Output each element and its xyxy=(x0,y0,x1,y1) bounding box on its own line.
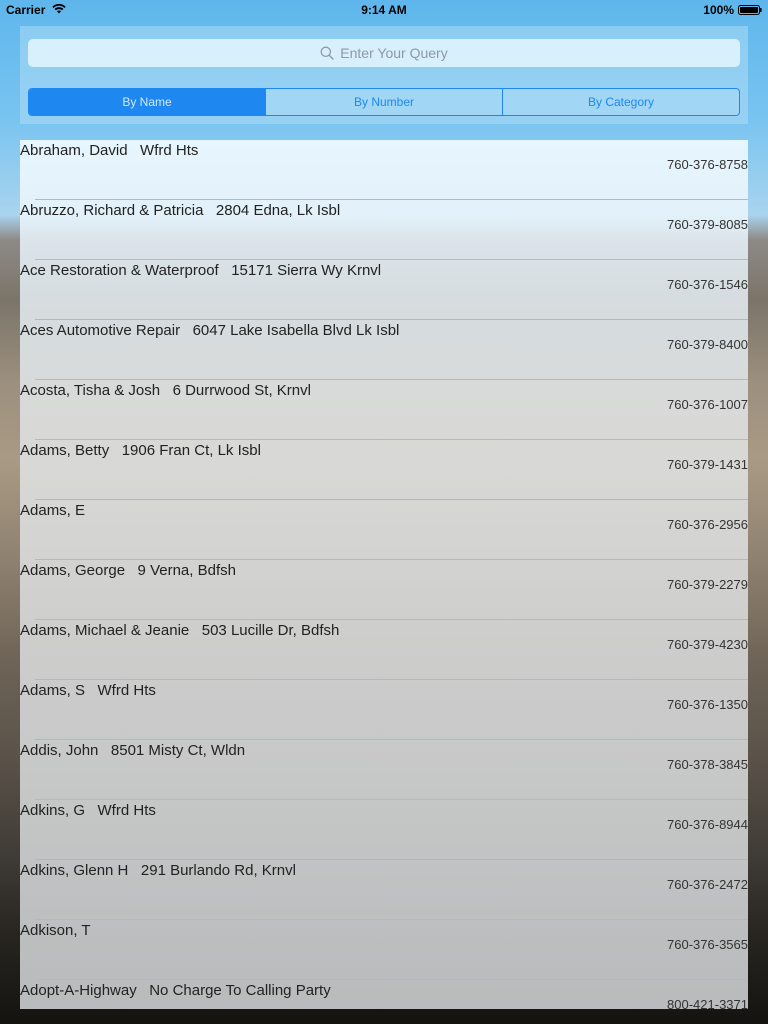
directory-list[interactable]: Abraham, David Wfrd Hts 760-376-8758 Abr… xyxy=(20,140,748,1009)
entry-name: Adkison, T xyxy=(20,922,91,939)
list-item[interactable]: Acosta, Tisha & Josh 6 Durrwood St, Krnv… xyxy=(20,380,748,440)
list-item[interactable]: Adams, S Wfrd Hts 760-376-1350 xyxy=(20,680,748,740)
list-item[interactable]: Aces Automotive Repair 6047 Lake Isabell… xyxy=(20,320,748,380)
entry-name: Ace Restoration & Waterproof 15171 Sierr… xyxy=(20,262,382,279)
entry-name: Adams, Betty 1906 Fran Ct, Lk Isbl xyxy=(20,442,261,459)
search-input[interactable]: Enter Your Query xyxy=(28,39,740,67)
entry-name: Adams, E xyxy=(20,502,86,519)
list-item[interactable]: Adkins, G Wfrd Hts 760-376-8944 xyxy=(20,800,748,860)
entry-phone: 760-379-4230 xyxy=(667,637,748,652)
status-time: 9:14 AM xyxy=(361,3,407,17)
entry-name: Adams, George 9 Verna, Bdfsh xyxy=(20,562,236,579)
entry-name: Abraham, David Wfrd Hts xyxy=(20,142,199,159)
segment-by-number[interactable]: By Number xyxy=(265,89,502,115)
list-item[interactable]: Adams, Michael & Jeanie 503 Lucille Dr, … xyxy=(20,620,748,680)
entry-phone: 760-376-2472 xyxy=(667,877,748,892)
entry-name: Addis, John 8501 Misty Ct, Wldn xyxy=(20,742,246,759)
entry-phone: 760-378-3845 xyxy=(667,757,748,772)
entry-phone: 760-376-8758 xyxy=(667,157,748,172)
entry-name: Adams, S Wfrd Hts xyxy=(20,682,156,699)
list-item[interactable]: Abruzzo, Richard & Patricia 2804 Edna, L… xyxy=(20,200,748,260)
segment-by-name[interactable]: By Name xyxy=(29,89,265,115)
entry-phone: 760-379-8085 xyxy=(667,217,748,232)
entry-name: Abruzzo, Richard & Patricia 2804 Edna, L… xyxy=(20,202,341,219)
entry-phone: 760-379-2279 xyxy=(667,577,748,592)
entry-name: Adopt-A-Highway No Charge To Calling Par… xyxy=(20,982,331,999)
entry-name: Adams, Michael & Jeanie 503 Lucille Dr, … xyxy=(20,622,340,639)
segment-by-category[interactable]: By Category xyxy=(502,89,739,115)
entry-name: Adkins, Glenn H 291 Burlando Rd, Krnvl xyxy=(20,862,296,879)
search-header: Enter Your Query By Name By Number By Ca… xyxy=(20,26,748,124)
entry-phone: 760-376-1350 xyxy=(667,697,748,712)
entry-name: Aces Automotive Repair 6047 Lake Isabell… xyxy=(20,322,400,339)
entry-phone: 760-376-8944 xyxy=(667,817,748,832)
search-placeholder: Enter Your Query xyxy=(340,45,448,61)
list-item[interactable]: Adkins, Glenn H 291 Burlando Rd, Krnvl 7… xyxy=(20,860,748,920)
entry-name: Adkins, G Wfrd Hts xyxy=(20,802,156,819)
entry-phone: 760-376-3565 xyxy=(667,937,748,952)
list-item[interactable]: Adams, E 760-376-2956 xyxy=(20,500,748,560)
entry-phone: 760-379-8400 xyxy=(667,337,748,352)
list-item[interactable]: Ace Restoration & Waterproof 15171 Sierr… xyxy=(20,260,748,320)
entry-phone: 760-379-1431 xyxy=(667,457,748,472)
entry-phone: 800-421-3371 xyxy=(667,997,748,1009)
status-bar: Carrier 9:14 AM 100% xyxy=(0,0,768,20)
list-item[interactable]: Addis, John 8501 Misty Ct, Wldn 760-378-… xyxy=(20,740,748,800)
list-item[interactable]: Abraham, David Wfrd Hts 760-376-8758 xyxy=(20,140,748,200)
list-item[interactable]: Adkison, T 760-376-3565 xyxy=(20,920,748,980)
entry-phone: 760-376-1546 xyxy=(667,277,748,292)
list-item[interactable]: Adopt-A-Highway No Charge To Calling Par… xyxy=(20,980,748,1009)
battery-icon xyxy=(738,5,762,15)
entry-name: Acosta, Tisha & Josh 6 Durrwood St, Krnv… xyxy=(20,382,311,399)
list-item[interactable]: Adams, George 9 Verna, Bdfsh 760-379-227… xyxy=(20,560,748,620)
battery-percentage: 100% xyxy=(703,3,734,17)
search-icon xyxy=(320,46,334,60)
entry-phone: 760-376-2956 xyxy=(667,517,748,532)
entry-phone: 760-376-1007 xyxy=(667,397,748,412)
list-item[interactable]: Adams, Betty 1906 Fran Ct, Lk Isbl 760-3… xyxy=(20,440,748,500)
sort-segmented-control: By Name By Number By Category xyxy=(28,88,740,116)
